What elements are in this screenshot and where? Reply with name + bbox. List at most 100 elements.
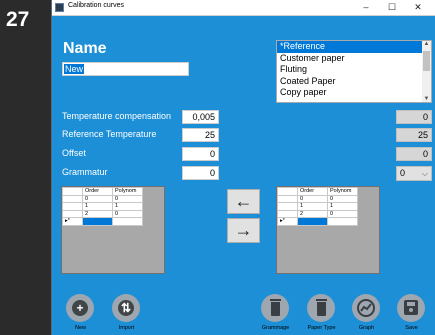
table-cell[interactable]: 2 [297, 209, 328, 218]
new-row-marker[interactable]: ▸* [62, 217, 83, 226]
table-row[interactable]: 1 1 [62, 202, 143, 211]
delete-paper-type-icon-circle [307, 294, 335, 322]
reference-temperature-ref-value: 25 [396, 128, 432, 142]
table-row[interactable]: 0 0 [277, 194, 358, 203]
table-row[interactable]: 2 0 [277, 209, 358, 218]
trash-icon [270, 299, 281, 316]
import-icon-circle: ⇅ [112, 294, 140, 322]
list-item[interactable]: *Reference [277, 41, 431, 53]
delete-paper-type-label: Paper Type [307, 325, 336, 331]
table-cell[interactable]: 0 [327, 194, 358, 203]
title-bar: Calibration curves – ☐ ✕ [52, 0, 435, 16]
delete-grammage-icon-circle [261, 294, 289, 322]
graph-icon-circle [352, 294, 380, 322]
minimize-button[interactable]: – [353, 0, 379, 16]
table-row[interactable]: 0 0 [62, 194, 143, 203]
scroll-thumb[interactable] [423, 51, 430, 71]
delete-grammage-button[interactable]: Grammage [259, 294, 292, 334]
delete-grammage-label: Grammage [261, 325, 290, 331]
save-icon-circle [397, 294, 425, 322]
list-scrollbar[interactable]: ▲ ▼ [422, 41, 431, 102]
table-cell[interactable]: 1 [327, 202, 358, 211]
name-input-value: New [64, 64, 85, 74]
row-header[interactable] [277, 194, 298, 203]
grammatur-input[interactable]: 0 [182, 166, 219, 180]
window-title: Calibration curves [68, 2, 125, 9]
scroll-up-icon[interactable]: ▲ [422, 41, 431, 47]
new-row-marker[interactable]: ▸* [277, 217, 298, 226]
new-row[interactable]: ▸* [62, 217, 143, 226]
reference-temperature-label: Reference Temperature [62, 129, 157, 139]
reference-temperature-input[interactable]: 25 [182, 128, 219, 142]
step-badge: 27 [0, 0, 51, 335]
list-item[interactable]: Coated Paper [277, 76, 431, 88]
row-header[interactable] [62, 209, 83, 218]
copy-left-button[interactable]: ← [227, 189, 260, 214]
column-header-polynom[interactable]: Polynom [327, 187, 358, 196]
new-row-cell[interactable] [297, 217, 328, 226]
trash-icon [316, 299, 327, 316]
copy-right-button[interactable]: → [227, 218, 260, 243]
table-cell[interactable]: 2 [82, 209, 113, 218]
offset-ref-value: 0 [396, 147, 432, 161]
app-icon [55, 3, 64, 12]
table-cell[interactable]: 0 [82, 194, 113, 203]
reference-listbox[interactable]: *Reference Customer paper Fluting Coated… [276, 40, 432, 103]
scroll-down-icon[interactable]: ▼ [422, 96, 431, 102]
list-item[interactable]: Customer paper [277, 53, 431, 65]
list-item[interactable]: Copy paper [277, 87, 431, 99]
name-input[interactable]: New [62, 62, 189, 76]
table-cell[interactable]: 1 [82, 202, 113, 211]
row-header[interactable] [62, 194, 83, 203]
import-button[interactable]: ⇅ Import [110, 294, 143, 334]
grid-corner [277, 187, 298, 196]
reference-temperature-compensation-value: 0 [396, 110, 432, 124]
new-row[interactable]: ▸* [277, 217, 358, 226]
grid-corner [62, 187, 83, 196]
save-label: Save [405, 325, 418, 331]
column-header-polynom[interactable]: Polynom [112, 187, 143, 196]
graph-icon [357, 299, 375, 317]
left-polynom-grid[interactable]: Order Polynom 0 0 1 1 2 0 ▸* [61, 186, 165, 274]
temperature-compensation-label: Temperature compensation [62, 111, 172, 121]
row-header[interactable] [62, 202, 83, 211]
offset-label: Offset [62, 148, 86, 158]
new-label: New [74, 325, 86, 331]
table-cell[interactable]: 0 [112, 194, 143, 203]
temperature-compensation-input[interactable]: 0,005 [182, 110, 219, 124]
plus-icon: + [72, 300, 88, 316]
table-cell[interactable]: 1 [297, 202, 328, 211]
list-item[interactable]: Fluting [277, 64, 431, 76]
delete-paper-type-button[interactable]: Paper Type [305, 294, 338, 334]
grammatur-select[interactable]: 0 ⌵ [396, 166, 432, 181]
table-cell[interactable]: 0 [327, 209, 358, 218]
new-row-cell[interactable] [112, 217, 143, 226]
offset-input[interactable]: 0 [182, 147, 219, 161]
new-row-cell[interactable] [82, 217, 113, 226]
table-cell[interactable]: 0 [297, 194, 328, 203]
table-row[interactable]: 1 1 [277, 202, 358, 211]
graph-button[interactable]: Graph [350, 294, 383, 334]
column-header-order[interactable]: Order [82, 187, 113, 196]
new-button[interactable]: + New [64, 294, 97, 334]
column-header-order[interactable]: Order [297, 187, 328, 196]
maximize-button[interactable]: ☐ [379, 0, 405, 16]
graph-label: Graph [358, 325, 375, 331]
grammatur-label: Grammatur [62, 167, 108, 177]
table-row[interactable]: 2 0 [62, 209, 143, 218]
table-cell[interactable]: 1 [112, 202, 143, 211]
grammatur-select-value: 0 [400, 168, 406, 178]
import-label: Import [118, 325, 135, 331]
calibration-window: Calibration curves – ☐ ✕ Name New *Refer… [51, 0, 435, 335]
floppy-disk-icon [404, 300, 418, 315]
new-icon-circle: + [66, 294, 94, 322]
new-row-cell[interactable] [327, 217, 358, 226]
table-cell[interactable]: 0 [112, 209, 143, 218]
close-button[interactable]: ✕ [405, 0, 431, 16]
save-button[interactable]: Save [395, 294, 428, 334]
row-header[interactable] [277, 209, 298, 218]
row-header[interactable] [277, 202, 298, 211]
step-number: 27 [6, 8, 30, 31]
chevron-down-icon: ⌵ [421, 169, 428, 178]
right-polynom-grid[interactable]: Order Polynom 0 0 1 1 2 0 ▸* [276, 186, 380, 274]
